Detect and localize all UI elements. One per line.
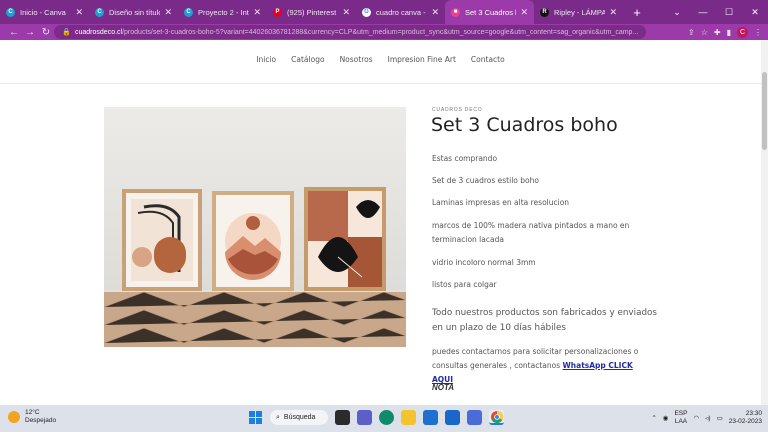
app-icon[interactable] <box>467 410 482 425</box>
taskbar-apps: ⌕ Búsqueda <box>248 410 504 425</box>
back-button[interactable]: ← <box>6 27 22 38</box>
tab-title: Inicio - Canva <box>20 7 66 17</box>
search-label: Búsqueda <box>283 414 316 421</box>
chrome-icon[interactable] <box>489 410 504 425</box>
system-tray: ⌃ ◉ ESP LAA ◠ ◃) ▭ 23:30 23-02-2023 <box>651 410 762 426</box>
nota-heading: NOTA <box>432 383 455 392</box>
weather-condition: Despejado <box>25 417 57 424</box>
browser-tab[interactable]: R Ripley - LÁMPARA DI✕ <box>534 0 623 24</box>
site-nav-link[interactable]: Inicio <box>256 55 276 64</box>
wifi-icon[interactable]: ◠ <box>693 414 699 422</box>
mail-icon[interactable] <box>445 410 460 425</box>
maximize-button[interactable]: ☐ <box>716 7 742 18</box>
volume-icon[interactable]: ◃) <box>705 414 710 422</box>
tray-app-icon[interactable]: ◉ <box>663 414 669 422</box>
product-line-4: marcos de 100% madera nativa pintados a … <box>432 221 630 244</box>
window-controls: ⌄ — ☐ ✕ <box>664 0 768 24</box>
tab-close-icon[interactable]: ✕ <box>342 7 350 18</box>
tab-favicon-icon: G <box>362 7 371 17</box>
tab-close-icon[interactable]: ✕ <box>520 7 528 18</box>
lock-icon: 🔒 <box>62 29 71 36</box>
reload-button[interactable]: ↻ <box>38 27 54 38</box>
tab-favicon-icon: C <box>6 7 15 17</box>
browser-tab[interactable]: C Diseño sin título - Po✕ <box>89 0 178 24</box>
teams-icon[interactable] <box>357 410 372 425</box>
tab-strip: CInicio - Canva✕CDiseño sin título - Po✕… <box>0 0 768 24</box>
browser-toolbar: ← → ↻ 🔒 cuadrosdeco.cl/products/set-3-cu… <box>0 24 768 40</box>
product-photo <box>104 107 406 347</box>
menu-icon[interactable]: ⋮ <box>754 28 762 37</box>
language-indicator[interactable]: ESP LAA <box>674 410 687 426</box>
address-host: cuadrosdeco.cl <box>75 28 123 36</box>
product-line-3: Laminas impresas en alta resolucion <box>432 198 570 207</box>
tab-favicon-icon: P <box>273 7 282 17</box>
tab-favicon-icon: C <box>95 7 104 17</box>
profile-avatar[interactable]: C <box>737 26 748 38</box>
tab-title: Diseño sin título - Po <box>109 7 161 17</box>
edge-icon[interactable] <box>379 410 394 425</box>
taskbar-search[interactable]: ⌕ Búsqueda <box>270 410 328 425</box>
new-tab-button[interactable]: + <box>629 5 645 20</box>
address-path: /products/set-3-cuadros-boho-5?variant=4… <box>122 28 639 36</box>
address-bar[interactable]: 🔒 cuadrosdeco.cl/products/set-3-cuadros-… <box>54 25 646 39</box>
tab-favicon-icon: C <box>184 7 193 17</box>
file-explorer-icon[interactable] <box>401 410 416 425</box>
tab-close-icon[interactable]: ✕ <box>75 7 83 18</box>
toolbar-actions: ⇪ ☆ ✚ ▮ C ⋮ <box>688 24 762 40</box>
contact-paragraph: puedes contactarnos para solicitar perso… <box>432 345 647 387</box>
share-icon[interactable]: ⇪ <box>688 28 695 37</box>
tab-close-icon[interactable]: ✕ <box>253 7 261 18</box>
windows-start-icon[interactable] <box>248 410 263 425</box>
product-image[interactable] <box>104 107 406 347</box>
tab-favicon-icon: ■ <box>451 7 460 17</box>
browser-tab[interactable]: ■ Set 3 Cuadros boho ✕ <box>445 0 534 24</box>
tab-favicon-icon: R <box>540 7 549 17</box>
product-line-6: listos para colgar <box>432 280 497 289</box>
header-divider <box>0 83 761 84</box>
site-nav: Inicio Catálogo Nosotros Impresion Fine Art… <box>0 55 761 64</box>
product-brand: CUADROS DECO <box>432 107 483 113</box>
close-button[interactable]: ✕ <box>742 7 768 18</box>
search-icon: ⌕ <box>276 413 280 421</box>
browser-tab[interactable]: Gcuadro canva - Goog ✕ <box>356 0 445 24</box>
weather-widget[interactable]: 12°C Despejado <box>8 409 56 425</box>
tab-title: (925) Pinterest <box>287 7 337 17</box>
site-nav-link[interactable]: Catálogo <box>291 55 324 64</box>
browser-tab[interactable]: C Proyecto 2 - Interior ✕ <box>178 0 267 24</box>
product-line-5: vidrio incoloro normal 3mm <box>432 258 536 267</box>
browser-tab[interactable]: C Inicio - Canva ✕ <box>0 0 89 24</box>
tab-close-icon[interactable]: ✕ <box>431 7 439 18</box>
weather-sun-icon <box>8 411 20 423</box>
browser-tab[interactable]: P (925) Pinterest ✕ <box>267 0 356 24</box>
tab-close-icon[interactable]: ✕ <box>609 7 617 18</box>
bookmark-star-icon[interactable]: ☆ <box>701 28 708 37</box>
minimize-button[interactable]: — <box>690 7 716 17</box>
side-panel-icon[interactable]: ▮ <box>727 28 731 37</box>
clock[interactable]: 23:30 23-02-2023 <box>729 410 762 426</box>
product-line-2: Set de 3 cuadros estilo boho <box>432 176 539 185</box>
page-scrollbar[interactable] <box>761 40 768 405</box>
tab-title: Proyecto 2 - Interior <box>198 7 249 17</box>
tab-close-icon[interactable]: ✕ <box>164 7 172 18</box>
web-page: Inicio Catálogo Nosotros Impresion Fine Art… <box>0 40 761 405</box>
scrollbar-thumb[interactable] <box>762 72 767 150</box>
site-nav-link[interactable]: Nosotros <box>340 55 373 64</box>
forward-button[interactable]: → <box>22 27 38 38</box>
tray-chevron-icon[interactable]: ⌃ <box>651 414 656 422</box>
tab-title: cuadro canva - Goog <box>376 7 427 17</box>
tab-title: Ripley - LÁMPARA DI <box>554 7 606 17</box>
tab-title: Set 3 Cuadros boho <box>465 7 516 17</box>
taskbar: 12°C Despejado ⌕ Búsqueda ⌃ ◉ ESP LAA ◠ … <box>0 405 768 432</box>
battery-icon[interactable]: ▭ <box>717 414 723 422</box>
store-icon[interactable] <box>423 410 438 425</box>
extensions-icon[interactable]: ✚ <box>714 28 721 37</box>
production-notice: Todo nuestros productos son fabricados y… <box>432 308 658 333</box>
task-view-icon[interactable] <box>335 410 350 425</box>
weather-temp: 12°C <box>25 409 40 416</box>
product-line-1: Estas comprando <box>432 154 498 163</box>
site-nav-link[interactable]: Contacto <box>471 55 505 64</box>
product-title: Set 3 Cuadros boho <box>431 114 618 136</box>
site-nav-link[interactable]: Impresion Fine Art <box>388 55 456 64</box>
tab-search-icon[interactable]: ⌄ <box>664 7 690 18</box>
